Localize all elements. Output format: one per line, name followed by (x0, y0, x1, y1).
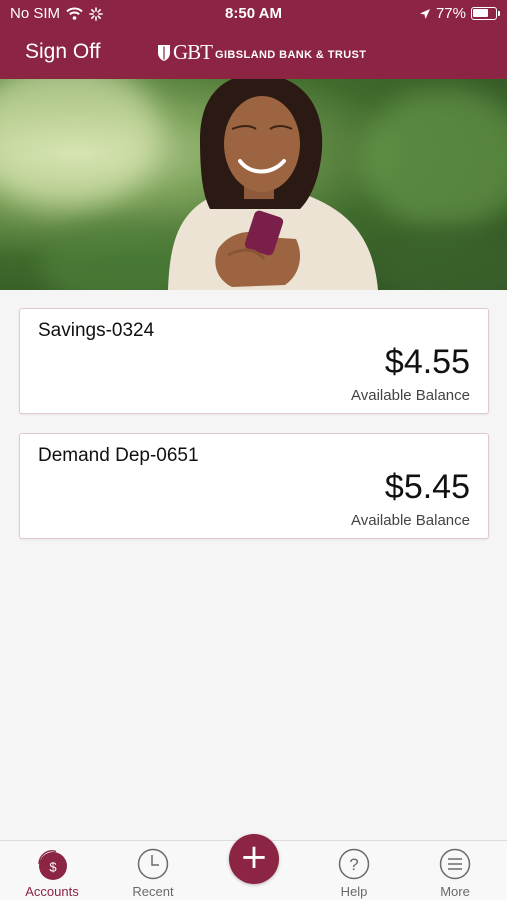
battery-icon (471, 7, 500, 20)
add-button[interactable]: + (229, 834, 279, 884)
account-card[interactable]: Demand Dep-0651 $5.45 Available Balance (19, 433, 489, 539)
status-bar: No SIM 8:50 AM 77% (0, 0, 507, 28)
nav-bar: Sign Off GBT GIBSLAND BANK & TRUST (0, 28, 507, 79)
balance-label: Available Balance (351, 512, 470, 529)
account-name: Demand Dep-0651 (38, 445, 199, 466)
menu-icon (439, 848, 471, 880)
account-name: Savings-0324 (38, 320, 155, 341)
app-header: No SIM 8:50 AM 77% Sign Off GBT GIBSLAND… (0, 0, 507, 79)
question-icon: ? (338, 848, 370, 880)
tab-label: Accounts (25, 884, 79, 899)
shield-logo-icon (158, 44, 170, 61)
account-list: Savings-0324 $4.55 Available Balance Dem… (19, 308, 489, 558)
battery-percent: 77% (435, 5, 466, 22)
tab-more[interactable]: More (415, 841, 495, 900)
tab-label: Help (340, 884, 368, 899)
logo-mark: GBT (173, 40, 213, 64)
tab-help[interactable]: ? Help (314, 841, 394, 900)
woman-with-phone-illustration (168, 79, 378, 290)
clock-icon (137, 848, 169, 880)
tab-accounts[interactable]: $ Accounts (12, 841, 92, 900)
battery-level (473, 9, 488, 17)
account-balance: $5.45 (384, 468, 470, 506)
dollar-circle-icon: $ (38, 850, 67, 880)
tab-recent[interactable]: Recent (113, 841, 193, 900)
status-right: 77% (419, 5, 500, 22)
svg-text:$: $ (49, 860, 57, 875)
hero-image (0, 79, 507, 290)
tab-label: Recent (132, 884, 174, 899)
account-card[interactable]: Savings-0324 $4.55 Available Balance (19, 308, 489, 414)
sign-off-button[interactable]: Sign Off (25, 40, 101, 64)
balance-label: Available Balance (351, 387, 470, 404)
logo-name: GIBSLAND BANK & TRUST (215, 49, 367, 61)
bank-logo: GBT GIBSLAND BANK & TRUST (157, 40, 366, 65)
account-balance: $4.55 (384, 343, 470, 381)
location-arrow-icon (419, 8, 430, 19)
plus-icon: + (239, 837, 269, 877)
svg-text:?: ? (349, 855, 358, 874)
tab-label: More (440, 884, 470, 899)
